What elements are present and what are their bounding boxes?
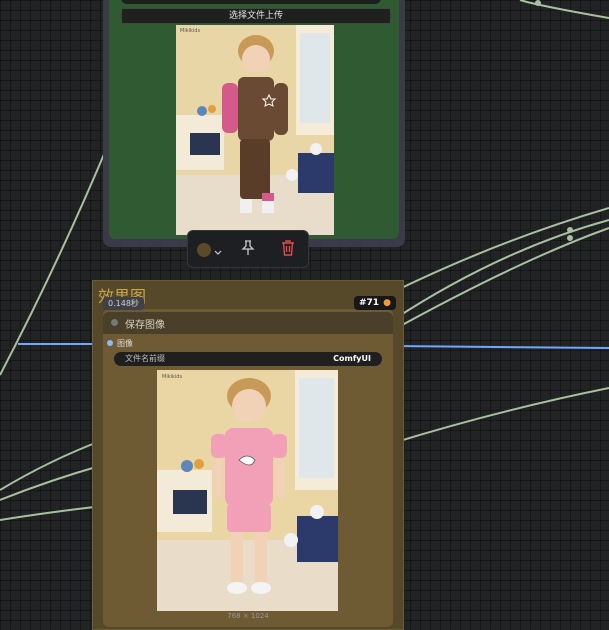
wire-green-right bbox=[392, 387, 609, 444]
chevron-down-icon bbox=[214, 241, 222, 260]
wire-left-3 bbox=[0, 464, 104, 501]
filename-prefix-field[interactable]: 文件名前缀 ComfyUI bbox=[114, 352, 382, 366]
execution-time-badge: 0.148秒 bbox=[103, 297, 144, 310]
save-node-header[interactable]: 保存图像 bbox=[103, 312, 393, 334]
color-picker-button[interactable] bbox=[194, 240, 224, 260]
image-select-widget[interactable] bbox=[121, 0, 381, 4]
wire-left-2 bbox=[0, 439, 104, 491]
upload-button[interactable]: 选择文件上传 bbox=[121, 8, 391, 24]
trash-icon bbox=[281, 240, 295, 260]
collapse-dot-icon[interactable] bbox=[111, 319, 118, 326]
watermark: Mikikids bbox=[162, 374, 183, 380]
image-input-label: 图像 bbox=[117, 339, 133, 348]
node-id: #71 bbox=[359, 298, 380, 308]
node-id-badge: #71 ● bbox=[354, 296, 396, 310]
wire-green-mid2 bbox=[392, 219, 609, 321]
wire-green-mid3 bbox=[392, 227, 609, 331]
prefix-value: ComfyUI bbox=[333, 354, 371, 363]
node-type-label: 保存图像 bbox=[125, 320, 165, 331]
watermark: Mikikids bbox=[180, 28, 201, 34]
prefix-label: 文件名前缀 bbox=[125, 354, 165, 363]
image-input-slot[interactable] bbox=[107, 340, 113, 346]
node-toolbar bbox=[187, 230, 309, 268]
loaded-image-preview: Mikikids bbox=[176, 25, 334, 235]
output-image-preview: Mikikids bbox=[157, 370, 338, 611]
fox-icon: ● bbox=[383, 298, 391, 308]
color-swatch-icon bbox=[196, 243, 211, 257]
wire-left-4 bbox=[0, 505, 104, 521]
pin-icon bbox=[241, 240, 255, 260]
image-dimensions: 768 × 1024 bbox=[227, 612, 269, 620]
wire-blue-right bbox=[392, 345, 609, 349]
pin-button[interactable] bbox=[236, 240, 260, 260]
wire-green-mid1 bbox=[392, 207, 609, 293]
delete-button[interactable] bbox=[276, 240, 300, 260]
wire-green-top bbox=[519, 0, 609, 19]
